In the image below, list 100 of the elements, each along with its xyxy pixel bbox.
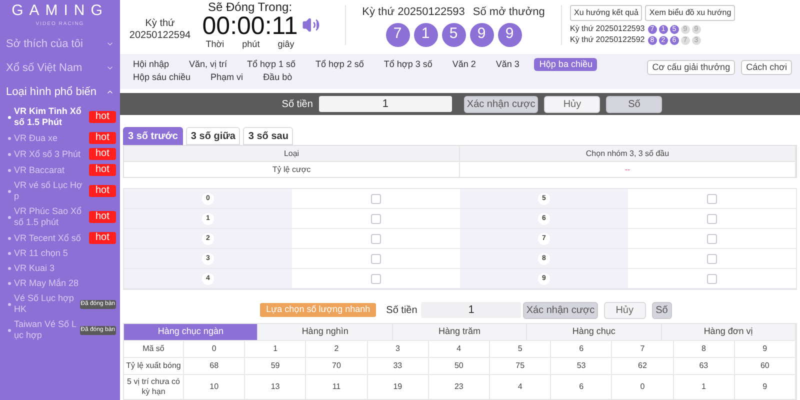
digit-tab[interactable]: Hàng đơn vị <box>662 324 796 340</box>
sidebar-section[interactable]: Loại hình phổ biến <box>0 80 120 104</box>
bet-button[interactable]: Số <box>652 302 672 319</box>
bullet-icon <box>8 216 11 218</box>
hot-badge: hot <box>88 211 116 223</box>
table-cell: 50 <box>428 358 490 374</box>
bullet-icon <box>8 328 11 332</box>
table-cell: 10 <box>184 375 246 399</box>
table-cell: Tỷ lệ cược <box>124 161 460 178</box>
number-checkbox[interactable] <box>707 214 717 224</box>
sidebar-item[interactable]: VR Kim Tinh Xổ số 1.5 Phút <box>14 106 86 128</box>
info-button[interactable]: Cách chơi <box>741 60 792 75</box>
table-cell: 53 <box>551 358 612 374</box>
amount-label: Số tiền <box>282 98 313 112</box>
table-cell: 7 <box>612 341 674 357</box>
table-cell: 6 <box>551 341 612 357</box>
table-cell: 4 <box>428 341 490 357</box>
play-tab[interactable]: Đầu bò <box>258 70 298 84</box>
speaker-icon[interactable] <box>302 16 320 34</box>
table-cell: 59 <box>245 358 306 374</box>
hot-badge: hot <box>88 132 116 144</box>
position-tab[interactable]: 3 số sau <box>243 127 294 146</box>
amount-label: Số tiền <box>386 304 418 318</box>
table-cell: 63 <box>674 358 735 374</box>
number-checkbox[interactable] <box>707 254 717 264</box>
trend-button[interactable]: Xem biểu đồ xu hướng <box>645 5 736 22</box>
number-checkbox[interactable] <box>371 194 381 204</box>
table-cell: 6 <box>551 375 612 399</box>
history-issue: Kỳ thứ 20250122592 <box>570 35 645 46</box>
number-checkbox[interactable] <box>371 254 381 264</box>
table-cell: 60 <box>734 358 796 374</box>
play-tab[interactable]: Phạm vi <box>206 70 248 84</box>
play-tab[interactable]: Hộp ba chiều <box>534 58 598 71</box>
table-cell: 23 <box>428 375 490 399</box>
digit-tab[interactable]: Hàng chục ngàn <box>124 324 258 340</box>
bullet-icon <box>8 152 11 156</box>
play-tab[interactable]: Tổ hợp 1 số <box>242 58 300 71</box>
table-cell: 33 <box>368 358 429 374</box>
history-issue: Kỳ thứ 20250122593 <box>570 24 645 34</box>
collapse-icon <box>106 88 114 96</box>
column-header: Loại <box>124 146 460 162</box>
time-unit: phút <box>242 39 260 50</box>
number-checkbox[interactable] <box>707 234 717 244</box>
bullet-icon <box>8 302 11 306</box>
play-tab[interactable]: Tổ hợp 3 số <box>378 58 438 71</box>
play-tab[interactable]: Văn 2 <box>447 58 481 71</box>
digit-tab[interactable]: Hàng chục <box>527 324 662 340</box>
expand-icon <box>106 64 114 72</box>
time-unit: giây <box>278 39 294 50</box>
bet-button[interactable]: Hủy <box>544 96 600 113</box>
number-checkbox[interactable] <box>707 274 717 284</box>
logo-title: GAMING <box>12 2 108 20</box>
row-header: 5 vị trí chưa có kỳ hạn <box>124 375 184 399</box>
bullet-icon <box>8 190 11 192</box>
info-button[interactable]: Cơ cấu giải thưởng <box>647 60 736 75</box>
bullet-icon <box>8 168 11 172</box>
number-checkbox[interactable] <box>371 234 381 244</box>
trend-button[interactable]: Xu hướng kết quả <box>570 5 642 22</box>
issue-label: Kỳ thứ <box>145 18 175 30</box>
bullet-icon <box>8 236 11 240</box>
number-checkbox[interactable] <box>707 194 717 204</box>
issue-number: 20250122594 <box>129 30 191 42</box>
play-tab[interactable]: Hội nhập <box>128 58 174 71</box>
table-cell: 0 <box>184 341 246 357</box>
hot-badge: hot <box>88 111 116 123</box>
table-cell: 9 <box>734 375 796 399</box>
position-tab[interactable]: 3 số trước <box>123 127 183 146</box>
sidebar-section[interactable]: Sở thích của tôi <box>0 32 120 56</box>
play-tab[interactable]: Văn, vị trí <box>184 58 232 71</box>
table-cell: 75 <box>490 358 552 374</box>
play-tab[interactable]: Hộp sáu chiều <box>128 70 196 84</box>
table-cell: 1 <box>674 375 735 399</box>
play-tab[interactable]: Tổ hợp 2 số <box>310 58 369 71</box>
table-cell: 0 <box>612 375 674 399</box>
row-header: Tỷ lệ xuất bóng <box>124 358 184 374</box>
bet-button[interactable]: Xác nhận cược <box>523 302 598 319</box>
table-cell: 2 <box>306 341 368 357</box>
amount-field[interactable]: 1 <box>421 302 522 318</box>
number-checkbox[interactable] <box>371 274 381 284</box>
table-cell: 70 <box>306 358 368 374</box>
bullet-icon <box>8 116 11 118</box>
digit-tab[interactable]: Hàng nghìn <box>258 324 393 340</box>
expand-icon <box>106 40 114 48</box>
table-cell: 5 <box>490 341 552 357</box>
amount-field[interactable]: 1 <box>318 96 452 112</box>
play-tab[interactable]: Văn 3 <box>490 58 524 71</box>
bullet-icon <box>8 282 11 285</box>
sidebar-section[interactable]: Xổ số Việt Nam <box>0 56 120 80</box>
table-cell: 4 <box>490 375 552 399</box>
hot-badge: hot <box>88 185 116 197</box>
bet-button[interactable]: Hủy <box>604 302 646 319</box>
hot-badge: hot <box>88 232 116 244</box>
column-header: Chọn nhóm 3, 3 số đầu <box>460 146 796 162</box>
digit-tab[interactable]: Hàng trăm <box>392 324 528 340</box>
bet-button[interactable]: Số <box>606 96 662 113</box>
number-checkbox[interactable] <box>371 214 381 224</box>
bet-button[interactable]: Xác nhận cược <box>464 96 538 113</box>
position-tab[interactable]: 3 số giữa <box>186 127 240 146</box>
table-cell: 13 <box>245 375 306 399</box>
table-cell: 62 <box>612 358 674 374</box>
